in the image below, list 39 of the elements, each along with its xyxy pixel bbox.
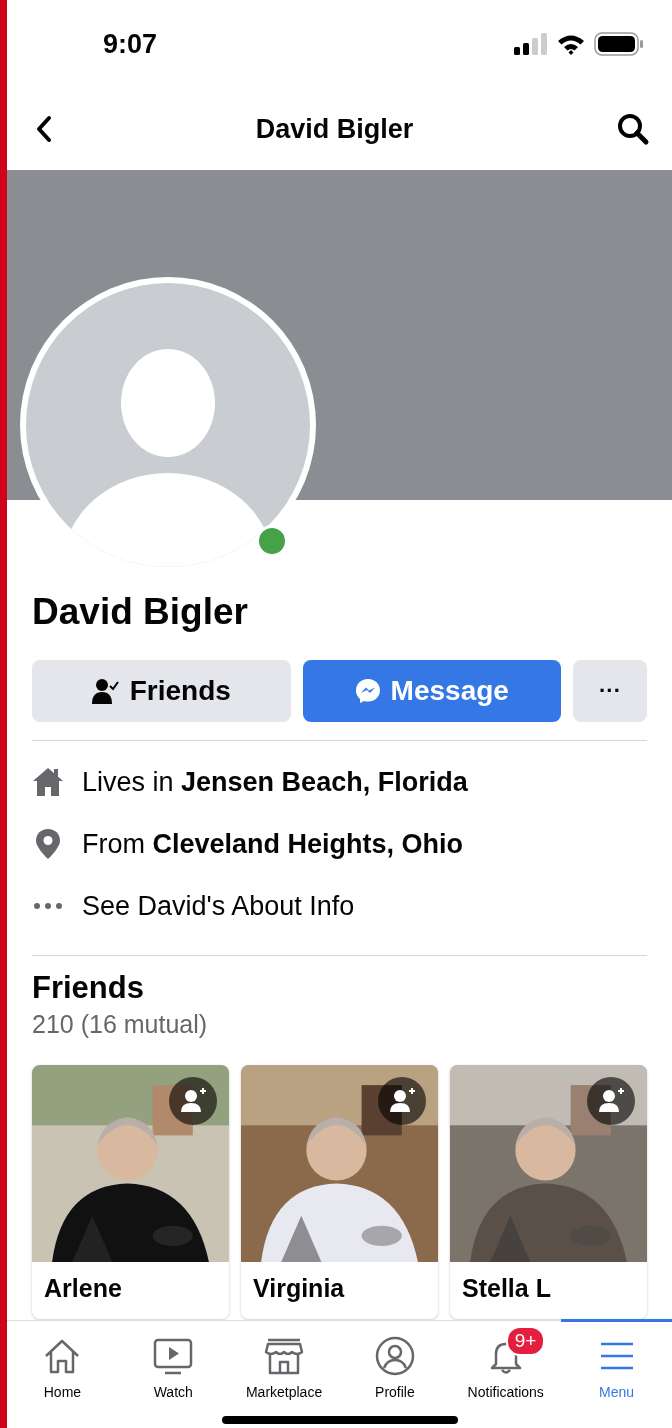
profile-name: David Bigler (32, 590, 249, 634)
friends-button[interactable]: Friends (32, 660, 291, 722)
house-icon (32, 767, 64, 797)
profile-icon (374, 1336, 415, 1376)
friend-count: 210 (16 mutual) (32, 1010, 209, 1039)
tab-item[interactable]: 9+ Notifications (450, 1319, 562, 1428)
message-button[interactable]: Message (302, 660, 561, 722)
tab-item[interactable]: Profile (339, 1319, 451, 1428)
friend-name[interactable]: Stella L (450, 1262, 647, 1303)
battery-icon (594, 32, 644, 56)
back-icon[interactable] (35, 115, 53, 143)
add-friend-icon[interactable] (378, 1077, 426, 1125)
friend-check-icon (91, 678, 120, 704)
about-info-link[interactable]: See David's About Info (82, 890, 355, 922)
shop-icon (264, 1336, 305, 1376)
friend-card[interactable]: Arlene (32, 1065, 229, 1319)
wifi-icon (556, 33, 586, 55)
add-friend-icon[interactable] (587, 1077, 635, 1125)
tab-item[interactable]: Menu (561, 1319, 672, 1428)
friend-name[interactable]: Arlene (32, 1262, 229, 1303)
add-friend-icon[interactable] (169, 1077, 217, 1125)
page-title: David Bigler (255, 113, 414, 145)
status-time: 9:07 (103, 28, 158, 60)
more-button[interactable]: ··· (573, 660, 647, 722)
friend-name[interactable]: Virginia (241, 1262, 438, 1303)
more-dots-icon (32, 901, 64, 911)
video-icon (153, 1336, 194, 1376)
profile-detail: Lives in Jensen Beach, Florida (82, 766, 468, 798)
search-icon[interactable] (616, 112, 650, 146)
notification-badge: 9+ (505, 1326, 546, 1356)
tab-item[interactable]: Watch (117, 1319, 229, 1428)
messenger-icon (354, 678, 381, 704)
tab-item[interactable]: Home (7, 1319, 118, 1428)
signal-icon (514, 33, 548, 55)
tab-item[interactable]: Marketplace (228, 1319, 340, 1428)
section-title: Friends (32, 970, 145, 1006)
profile-detail: From Cleveland Heights, Ohio (82, 828, 464, 860)
friend-card[interactable]: Virginia (241, 1065, 438, 1319)
friend-card[interactable]: Stella L (450, 1065, 647, 1319)
